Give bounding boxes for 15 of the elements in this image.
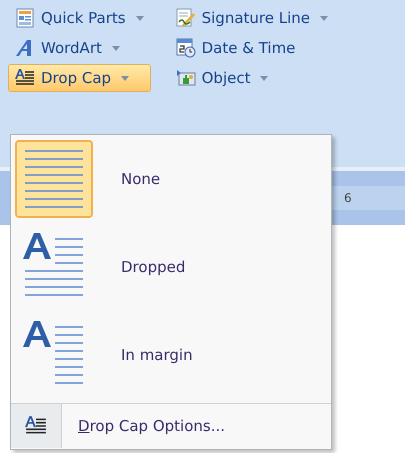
menu-item[interactable]: None xyxy=(11,135,331,223)
ribbon-button[interactable]: Signature Line xyxy=(168,4,336,32)
ribbon-button[interactable]: Quick Parts xyxy=(8,4,151,32)
ruler-number: 6 xyxy=(344,191,352,205)
ribbon-button[interactable]: Date & Time xyxy=(168,34,336,62)
menu-item[interactable]: Dropped xyxy=(11,223,331,311)
menu-item[interactable]: In margin xyxy=(11,311,331,399)
ribbon-button[interactable]: Drop Cap xyxy=(8,64,151,92)
signature-pen-icon xyxy=(176,8,196,28)
calendar-clock-icon xyxy=(176,38,196,58)
drop-cap-options-item[interactable]: Drop Cap Options... xyxy=(11,404,331,448)
ribbon-button[interactable]: WordArt xyxy=(8,34,151,62)
document-parts-icon xyxy=(15,8,35,28)
embedded-object-icon xyxy=(176,68,196,88)
ribbon-button[interactable]: Object xyxy=(168,64,336,92)
